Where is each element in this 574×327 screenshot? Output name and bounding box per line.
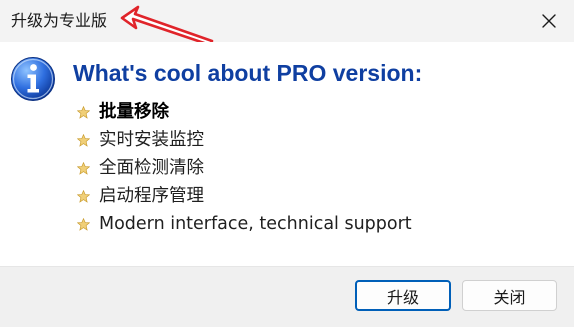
feature-item: 启动程序管理: [77, 182, 412, 210]
dialog-content: What's cool about PRO version: 批量移除 实时安装…: [0, 42, 574, 266]
feature-list: 批量移除 实时安装监控 全面检测清除 启动程序管理 Modern interfa…: [77, 98, 412, 238]
star-icon: [77, 217, 90, 231]
feature-label: 批量移除: [99, 102, 169, 122]
close-icon: [542, 14, 556, 28]
star-icon: [77, 161, 90, 175]
feature-item: 实时安装监控: [77, 126, 412, 154]
feature-label: 全面检测清除: [99, 158, 204, 178]
star-icon: [77, 105, 90, 119]
star-icon: [77, 133, 90, 147]
title-bar: 升级为专业版: [0, 0, 574, 46]
close-button[interactable]: [536, 8, 562, 34]
window-title: 升级为专业版: [11, 11, 108, 30]
dialog-footer: 升级 关闭: [0, 266, 574, 327]
upgrade-dialog: 升级为专业版 What's cool about PRO version: 批量…: [0, 0, 574, 327]
feature-label: 启动程序管理: [99, 186, 204, 206]
feature-item: 全面检测清除: [77, 154, 412, 182]
feature-label: Modern interface, technical support: [99, 214, 412, 234]
upgrade-button[interactable]: 升级: [355, 280, 451, 311]
pro-heading: What's cool about PRO version:: [73, 60, 423, 86]
info-icon: [11, 57, 55, 101]
red-arrow-annotation: [120, 5, 214, 46]
close-dialog-button[interactable]: 关闭: [462, 280, 557, 311]
feature-item: Modern interface, technical support: [77, 210, 412, 238]
star-icon: [77, 189, 90, 203]
feature-item: 批量移除: [77, 98, 412, 126]
feature-label: 实时安装监控: [99, 130, 204, 150]
